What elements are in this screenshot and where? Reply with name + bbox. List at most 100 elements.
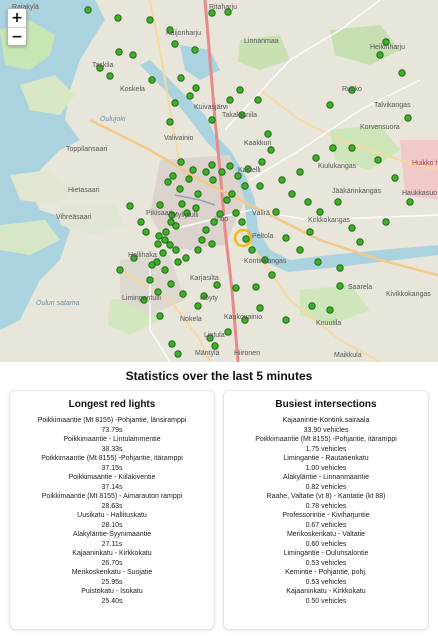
zoom-out-button[interactable]: − bbox=[8, 27, 26, 45]
intersection-marker[interactable] bbox=[329, 144, 337, 152]
intersection-marker[interactable] bbox=[166, 118, 174, 126]
intersection-marker[interactable] bbox=[179, 290, 187, 298]
intersection-marker[interactable] bbox=[256, 304, 264, 312]
intersection-marker[interactable] bbox=[194, 190, 202, 198]
traffic-map[interactable]: RajakyläRitaharjuKaijonharjuLinnanmaaTas… bbox=[0, 0, 438, 362]
intersection-marker[interactable] bbox=[182, 254, 190, 262]
intersection-marker[interactable] bbox=[84, 6, 92, 14]
intersection-marker[interactable] bbox=[171, 99, 179, 107]
intersection-marker[interactable] bbox=[242, 235, 250, 243]
intersection-marker[interactable] bbox=[278, 176, 286, 184]
intersection-marker[interactable] bbox=[376, 51, 384, 59]
intersection-marker[interactable] bbox=[228, 190, 236, 198]
intersection-marker[interactable] bbox=[316, 208, 324, 216]
intersection-marker[interactable] bbox=[161, 266, 169, 274]
intersection-marker[interactable] bbox=[164, 178, 172, 186]
intersection-marker[interactable] bbox=[178, 200, 186, 208]
intersection-marker[interactable] bbox=[185, 175, 193, 183]
intersection-marker[interactable] bbox=[162, 228, 170, 236]
intersection-marker[interactable] bbox=[148, 261, 156, 269]
intersection-marker[interactable] bbox=[223, 196, 231, 204]
intersection-marker[interactable] bbox=[115, 48, 123, 56]
intersection-marker[interactable] bbox=[268, 271, 276, 279]
intersection-marker[interactable] bbox=[116, 266, 124, 274]
intersection-marker[interactable] bbox=[356, 238, 364, 246]
intersection-marker[interactable] bbox=[172, 222, 180, 230]
intersection-marker[interactable] bbox=[194, 246, 202, 254]
intersection-marker[interactable] bbox=[146, 16, 154, 24]
intersection-marker[interactable] bbox=[174, 350, 182, 358]
intersection-marker[interactable] bbox=[326, 101, 334, 109]
intersection-marker[interactable] bbox=[256, 182, 264, 190]
intersection-marker[interactable] bbox=[336, 282, 344, 290]
intersection-marker[interactable] bbox=[334, 198, 342, 206]
intersection-marker[interactable] bbox=[129, 51, 137, 59]
intersection-marker[interactable] bbox=[282, 234, 290, 242]
intersection-marker[interactable] bbox=[308, 302, 316, 310]
intersection-marker[interactable] bbox=[171, 40, 179, 48]
intersection-marker[interactable] bbox=[208, 116, 216, 124]
intersection-marker[interactable] bbox=[114, 14, 122, 22]
intersection-marker[interactable] bbox=[404, 114, 412, 122]
intersection-marker[interactable] bbox=[306, 228, 314, 236]
intersection-marker[interactable] bbox=[236, 86, 244, 94]
intersection-marker[interactable] bbox=[406, 198, 414, 206]
intersection-marker[interactable] bbox=[202, 226, 210, 234]
intersection-marker[interactable] bbox=[148, 76, 156, 84]
intersection-marker[interactable] bbox=[177, 74, 185, 82]
intersection-marker[interactable] bbox=[282, 316, 290, 324]
intersection-marker[interactable] bbox=[189, 166, 197, 174]
intersection-marker[interactable] bbox=[288, 190, 296, 198]
zoom-in-button[interactable]: + bbox=[8, 9, 26, 27]
intersection-marker[interactable] bbox=[177, 158, 185, 166]
intersection-marker[interactable] bbox=[208, 240, 216, 248]
intersection-marker[interactable] bbox=[192, 204, 200, 212]
intersection-marker[interactable] bbox=[382, 218, 390, 226]
intersection-marker[interactable] bbox=[326, 306, 334, 314]
intersection-marker[interactable] bbox=[241, 182, 249, 190]
intersection-marker[interactable] bbox=[226, 96, 234, 104]
intersection-marker[interactable] bbox=[186, 92, 194, 100]
intersection-marker[interactable] bbox=[191, 46, 199, 54]
intersection-marker[interactable] bbox=[226, 162, 234, 170]
intersection-marker[interactable] bbox=[154, 240, 162, 248]
intersection-marker[interactable] bbox=[156, 201, 164, 209]
intersection-marker[interactable] bbox=[156, 312, 164, 320]
intersection-marker[interactable] bbox=[172, 246, 180, 254]
intersection-marker[interactable] bbox=[137, 218, 145, 226]
intersection-marker[interactable] bbox=[312, 154, 320, 162]
intersection-marker[interactable] bbox=[224, 328, 232, 336]
intersection-marker[interactable] bbox=[218, 168, 226, 176]
intersection-marker[interactable] bbox=[252, 283, 260, 291]
intersection-marker[interactable] bbox=[336, 264, 344, 272]
intersection-marker[interactable] bbox=[264, 130, 272, 138]
intersection-marker[interactable] bbox=[169, 172, 177, 180]
intersection-marker[interactable] bbox=[161, 236, 169, 244]
intersection-marker[interactable] bbox=[202, 168, 210, 176]
intersection-marker[interactable] bbox=[192, 84, 200, 92]
intersection-marker[interactable] bbox=[167, 280, 175, 288]
intersection-marker[interactable] bbox=[314, 258, 322, 266]
intersection-marker[interactable] bbox=[348, 224, 356, 232]
intersection-marker[interactable] bbox=[272, 208, 280, 216]
intersection-marker[interactable] bbox=[174, 258, 182, 266]
intersection-marker[interactable] bbox=[248, 246, 256, 254]
intersection-marker[interactable] bbox=[238, 218, 246, 226]
intersection-marker[interactable] bbox=[296, 168, 304, 176]
intersection-marker[interactable] bbox=[254, 96, 262, 104]
intersection-marker[interactable] bbox=[296, 246, 304, 254]
intersection-marker[interactable] bbox=[106, 72, 114, 80]
intersection-marker[interactable] bbox=[176, 185, 184, 193]
intersection-marker[interactable] bbox=[208, 161, 216, 169]
intersection-marker[interactable] bbox=[142, 228, 150, 236]
intersection-marker[interactable] bbox=[232, 209, 240, 217]
intersection-marker[interactable] bbox=[194, 302, 202, 310]
intersection-marker[interactable] bbox=[398, 69, 406, 77]
intersection-marker[interactable] bbox=[168, 340, 176, 348]
intersection-marker[interactable] bbox=[211, 342, 219, 350]
intersection-marker[interactable] bbox=[391, 174, 399, 182]
intersection-marker[interactable] bbox=[159, 249, 167, 257]
intersection-marker[interactable] bbox=[198, 236, 206, 244]
intersection-marker[interactable] bbox=[126, 202, 134, 210]
intersection-marker[interactable] bbox=[155, 232, 163, 240]
